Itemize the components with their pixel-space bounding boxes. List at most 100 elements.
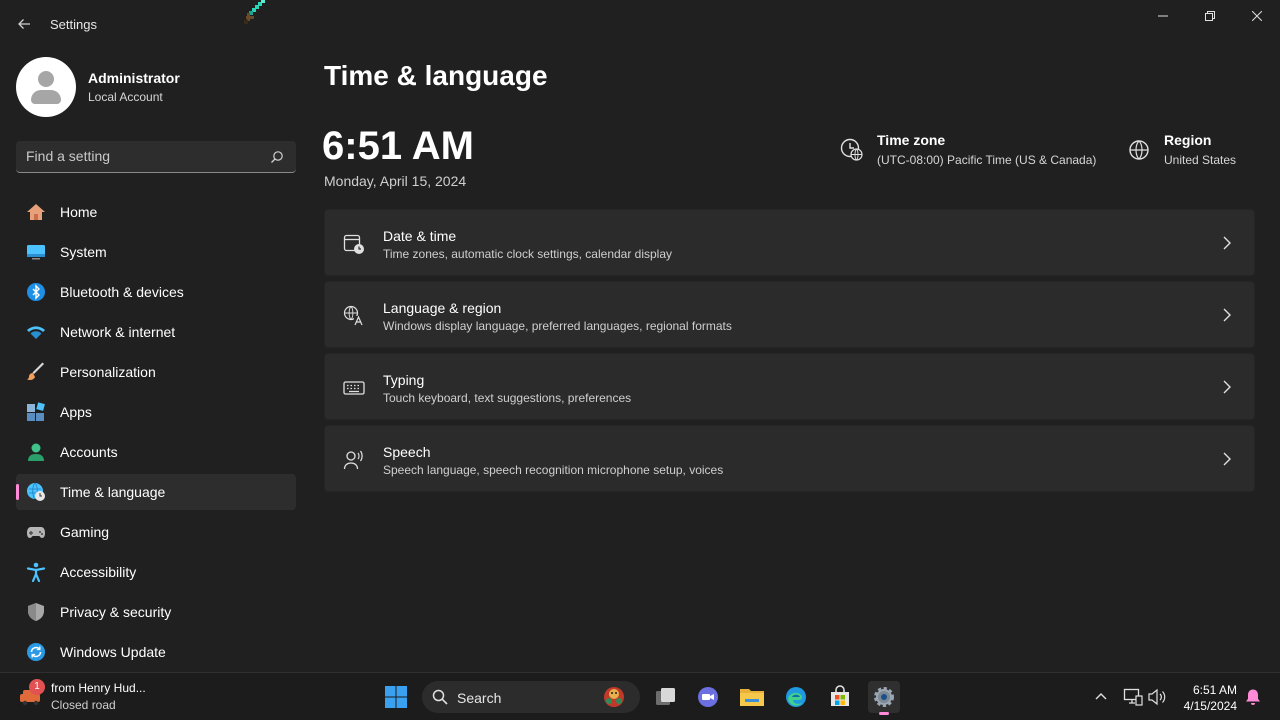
sidebar-item-accounts[interactable]: Accounts xyxy=(16,434,296,470)
search-icon xyxy=(432,689,448,705)
sidebar-item-time-language[interactable]: Time & language xyxy=(16,474,296,510)
system-icon xyxy=(27,245,45,260)
back-button[interactable] xyxy=(10,10,38,38)
current-time: 6:51 AM xyxy=(322,124,474,168)
windows-icon xyxy=(385,686,407,708)
bell-icon xyxy=(1246,689,1260,705)
settings-app-button[interactable] xyxy=(868,681,900,715)
card-date-time[interactable]: Date & time Time zones, automatic clock … xyxy=(324,209,1255,276)
chevron-up-icon xyxy=(1095,693,1107,700)
accessibility-icon xyxy=(26,562,46,582)
task-view-button[interactable] xyxy=(650,681,682,713)
sidebar-item-label: System xyxy=(60,244,107,260)
back-arrow-icon xyxy=(18,19,30,29)
apps-icon xyxy=(27,402,45,421)
show-hidden-icons-button[interactable] xyxy=(1085,681,1117,713)
sidebar-item-label: Bluetooth & devices xyxy=(60,284,184,300)
card-title: Language & region xyxy=(383,300,502,316)
start-button[interactable] xyxy=(380,681,412,713)
sidebar-nav: Home System Bluetooth & devices Network … xyxy=(16,194,296,674)
calendar-clock-icon xyxy=(343,234,364,254)
notifications-button[interactable] xyxy=(1237,681,1269,713)
settings-cards: Date & time Time zones, automatic clock … xyxy=(324,209,1255,497)
edge-icon xyxy=(786,687,806,707)
volume-tray-button[interactable] xyxy=(1141,681,1173,713)
page-title: Time & language xyxy=(324,60,548,91)
card-title: Speech xyxy=(383,444,431,460)
card-language-region[interactable]: Language & region Windows display langua… xyxy=(324,281,1255,348)
gamepad-icon xyxy=(27,527,45,538)
region-info: Region United States xyxy=(1127,132,1236,167)
app-title: Settings xyxy=(50,17,97,32)
close-icon xyxy=(1251,11,1262,21)
speech-icon xyxy=(343,450,363,470)
card-typing[interactable]: Typing Touch keyboard, text suggestions,… xyxy=(324,353,1255,420)
store-button[interactable] xyxy=(824,681,856,713)
sidebar-item-gaming[interactable]: Gaming xyxy=(16,514,296,550)
timezone-info: Time zone (UTC-08:00) Pacific Time (US &… xyxy=(840,132,1096,167)
teams-button[interactable] xyxy=(692,681,724,713)
search-input[interactable] xyxy=(26,148,256,164)
update-icon xyxy=(27,643,45,661)
sidebar-item-label: Privacy & security xyxy=(60,604,172,620)
news-subtitle: Closed road xyxy=(51,698,116,712)
minimize-icon xyxy=(1157,15,1168,17)
bluetooth-icon xyxy=(27,283,45,301)
chevron-right-icon xyxy=(1223,452,1231,466)
find-setting-search[interactable] xyxy=(16,141,296,173)
user-profile[interactable]: Administrator Local Account xyxy=(16,57,180,117)
title-bar: Settings xyxy=(0,0,1280,48)
profile-account-type: Local Account xyxy=(88,90,163,104)
sidebar-item-apps[interactable]: Apps xyxy=(16,394,296,430)
sidebar-item-label: Network & internet xyxy=(60,324,176,340)
sidebar-item-windows-update[interactable]: Windows Update xyxy=(16,634,296,670)
gear-icon xyxy=(874,687,894,707)
card-speech[interactable]: Speech Speech language, speech recogniti… xyxy=(324,425,1255,492)
tray-time: 6:51 AM xyxy=(1192,683,1237,697)
minimize-button[interactable] xyxy=(1139,0,1186,32)
sidebar-item-label: Home xyxy=(60,204,98,220)
chevron-right-icon xyxy=(1223,308,1231,322)
sidebar-item-accessibility[interactable]: Accessibility xyxy=(16,554,296,590)
sidebar-item-label: Gaming xyxy=(60,524,110,540)
accounts-icon xyxy=(28,443,44,461)
sidebar-item-personalization[interactable]: Personalization xyxy=(16,354,296,390)
card-title: Typing xyxy=(383,372,425,388)
sidebar-item-label: Accounts xyxy=(60,444,118,460)
home-icon xyxy=(27,204,45,220)
timezone-title: Time zone xyxy=(877,132,946,148)
close-button[interactable] xyxy=(1233,0,1280,32)
sidebar-item-system[interactable]: System xyxy=(16,234,296,270)
sidebar-item-label: Apps xyxy=(60,404,92,420)
timezone-icon xyxy=(840,138,863,161)
tray-clock[interactable]: 6:51 AM 4/15/2024 xyxy=(1184,682,1237,714)
restore-button[interactable] xyxy=(1186,0,1233,32)
volume-icon xyxy=(1148,688,1166,706)
language-icon xyxy=(343,305,364,326)
shield-icon xyxy=(28,603,44,621)
sidebar-item-home[interactable]: Home xyxy=(16,194,296,230)
region-value: United States xyxy=(1164,153,1237,167)
sidebar-item-network[interactable]: Network & internet xyxy=(16,314,296,350)
brush-icon xyxy=(27,362,44,381)
taskbar-search[interactable]: Search xyxy=(422,681,640,713)
sidebar-item-label: Time & language xyxy=(60,484,166,500)
chevron-right-icon xyxy=(1223,236,1231,250)
card-subtitle: Touch keyboard, text suggestions, prefer… xyxy=(383,391,632,405)
notification-badge: 1 xyxy=(29,679,45,695)
sidebar-item-privacy[interactable]: Privacy & security xyxy=(16,594,296,630)
sidebar-item-label: Personalization xyxy=(60,364,156,380)
news-title: from Henry Hud... xyxy=(51,681,146,695)
avatar xyxy=(16,57,76,117)
search-highlight-icon xyxy=(604,687,624,707)
restore-icon xyxy=(1204,11,1215,21)
task-view-icon xyxy=(656,688,675,705)
news-widget[interactable]: 1 from Henry Hud... Closed road xyxy=(18,679,146,712)
tray-date: 4/15/2024 xyxy=(1183,699,1237,713)
card-title: Date & time xyxy=(383,228,457,244)
sword-icon xyxy=(244,0,265,24)
card-subtitle: Time zones, automatic clock settings, ca… xyxy=(383,247,673,261)
sidebar-item-bluetooth[interactable]: Bluetooth & devices xyxy=(16,274,296,310)
file-explorer-button[interactable] xyxy=(736,681,768,713)
edge-button[interactable] xyxy=(780,681,812,713)
